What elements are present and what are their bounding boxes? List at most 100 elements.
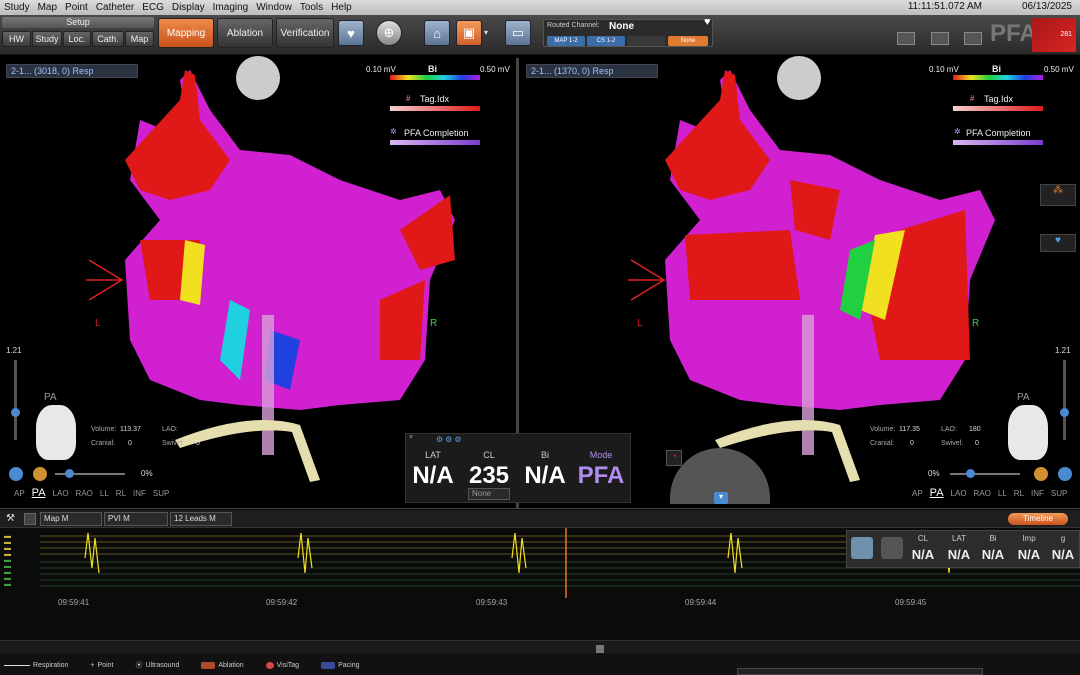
left-zoom-slider[interactable] <box>14 360 17 440</box>
right-anatomy-map[interactable] <box>620 60 1020 490</box>
setup-study-button[interactable]: Study <box>32 31 62 47</box>
chevron-down-icon[interactable]: ▾ <box>484 28 488 37</box>
routed-channel-panel: Routed Channel: None MAP 1-2 CS 1-2 None <box>543 19 713 47</box>
verification-button[interactable]: Verification <box>276 18 334 48</box>
right-orient-pa[interactable]: PA <box>930 487 944 499</box>
right-orient-rl[interactable]: RL <box>1014 489 1024 498</box>
timeline-pvi-dropdown[interactable]: PVI M <box>104 512 168 526</box>
right-rotate-icon[interactable] <box>1058 467 1072 481</box>
left-orient-lao[interactable]: LAO <box>53 489 69 498</box>
menu-tools[interactable]: Tools <box>296 2 327 13</box>
right-zoom-thumb[interactable] <box>1060 408 1069 417</box>
mapping-button[interactable]: Mapping <box>158 18 214 48</box>
left-orient-sup[interactable]: SUP <box>153 489 169 498</box>
timeline-tool-icon[interactable]: ⚒ <box>6 513 15 524</box>
tl-value-imp: N/A <box>1017 547 1041 562</box>
right-orient-ap[interactable]: AP <box>912 489 923 498</box>
bi-readout: Bi N/A <box>517 450 573 490</box>
legend-ultrasound: ⦿ Ultrasound <box>135 661 180 670</box>
right-lao-value: 180 <box>969 426 981 433</box>
timeline-tag-icon[interactable] <box>881 537 903 559</box>
right-sphere-icon[interactable] <box>1034 467 1048 481</box>
measurement-settings-icon[interactable]: ⚙⚙⚙ <box>436 435 464 444</box>
routed-chip-none[interactable]: None <box>668 36 708 46</box>
left-cranial-value: 0 <box>128 440 132 447</box>
right-heart-icon[interactable]: ♥ <box>1040 234 1076 252</box>
heart-add-icon[interactable]: ♥ <box>338 20 364 46</box>
right-cranial-label: Cranial: <box>870 440 895 447</box>
left-opacity-thumb[interactable] <box>65 469 74 478</box>
measurement-dropdown[interactable]: None <box>468 488 510 500</box>
setup-loc-button[interactable]: Loc. <box>63 31 91 47</box>
right-grid-icon[interactable]: ⁂ <box>1040 184 1076 206</box>
right-orient-rao[interactable]: RAO <box>974 489 991 498</box>
tl-value-lat: N/A <box>947 547 971 562</box>
setup-map-button[interactable]: Map <box>125 31 154 47</box>
routed-channel-value: None <box>609 21 634 32</box>
timeline-leads-dropdown[interactable]: 12 Leads M <box>170 512 232 526</box>
cl-label: CL <box>483 450 495 460</box>
menu-map[interactable]: Map <box>34 2 61 13</box>
right-orient-inf[interactable]: INF <box>1031 489 1044 498</box>
left-rotate-icon[interactable] <box>9 467 23 481</box>
app-window: Study Map Point Catheter ECG Display Ima… <box>0 0 1080 675</box>
tl-header-g: g <box>1060 534 1066 543</box>
setup-hw-button[interactable]: HW <box>2 31 31 47</box>
left-orient-view-label: PA <box>44 392 57 403</box>
left-cranial-label: Cranial: <box>91 440 116 447</box>
tl-header-imp: Imp <box>1022 534 1036 543</box>
left-orient-ap[interactable]: AP <box>14 489 25 498</box>
right-opacity-thumb[interactable] <box>966 469 975 478</box>
timeline-nav-icon[interactable] <box>851 537 873 559</box>
left-orient-ll[interactable]: LL <box>100 489 109 498</box>
point-tool-icon[interactable]: ▣ <box>456 20 482 46</box>
cable-icon[interactable] <box>964 32 982 45</box>
routed-chip-map[interactable]: MAP 1-2 <box>547 36 585 46</box>
mode-value: PFA <box>577 462 625 489</box>
timeline-button[interactable]: Timeline <box>1008 513 1068 525</box>
routed-chip-cs[interactable]: CS 1-2 <box>587 36 625 46</box>
menu-window[interactable]: Window <box>252 2 296 13</box>
monitor-icon[interactable]: ▭ <box>505 20 531 46</box>
timeline-grid-icon[interactable] <box>24 513 36 525</box>
timeline-scrollbar[interactable] <box>0 640 1080 654</box>
ablation-button[interactable]: Ablation <box>217 18 273 48</box>
left-sphere-icon[interactable] <box>33 467 47 481</box>
menu-display[interactable]: Display <box>168 2 209 13</box>
mode-label: Mode <box>589 450 613 460</box>
compass-icon[interactable]: ⊕ <box>376 20 402 46</box>
navigator-down-icon[interactable]: ▾ <box>714 492 728 504</box>
navigator-toggle-icon[interactable]: ◔ <box>666 450 682 466</box>
routed-chip-empty[interactable] <box>627 36 665 46</box>
measurement-close-icon[interactable]: × <box>409 434 413 441</box>
right-orient-ll[interactable]: LL <box>998 489 1007 498</box>
menu-point[interactable]: Point <box>61 2 92 13</box>
right-zoom-slider[interactable] <box>1063 360 1066 440</box>
right-orient-sup[interactable]: SUP <box>1051 489 1067 498</box>
map-shell-icon[interactable]: ⌂ <box>424 20 450 46</box>
tl-header-cl: CL <box>917 534 929 543</box>
timeline-scroll-thumb[interactable] <box>596 645 604 653</box>
legend-respiration: Respiration <box>4 662 68 669</box>
left-orient-buttons: AP PA LAO RAO LL RL INF SUP <box>14 487 169 499</box>
left-orient-rao[interactable]: RAO <box>76 489 93 498</box>
menu-imaging[interactable]: Imaging <box>209 2 253 13</box>
time-tick-4: 09:59:44 <box>685 598 717 607</box>
menu-help[interactable]: Help <box>327 2 356 13</box>
left-zoom-thumb[interactable] <box>11 408 20 417</box>
left-orient-pa[interactable]: PA <box>32 487 46 499</box>
menu-ecg[interactable]: ECG <box>138 2 168 13</box>
right-opacity-slider[interactable] <box>950 473 1020 475</box>
right-orient-lao[interactable]: LAO <box>951 489 967 498</box>
setup-cath-button[interactable]: Cath. <box>92 31 124 47</box>
device-icon[interactable] <box>897 32 915 45</box>
left-orient-inf[interactable]: INF <box>133 489 146 498</box>
right-R-marker: R <box>972 318 980 329</box>
left-orient-rl[interactable]: RL <box>116 489 126 498</box>
timeline-map-dropdown[interactable]: Map M <box>40 512 102 526</box>
setup-label: Setup <box>2 17 154 28</box>
menu-catheter[interactable]: Catheter <box>92 2 138 13</box>
camera-icon[interactable] <box>931 32 949 45</box>
lat-value: N/A <box>412 462 454 489</box>
menu-study[interactable]: Study <box>0 2 34 13</box>
